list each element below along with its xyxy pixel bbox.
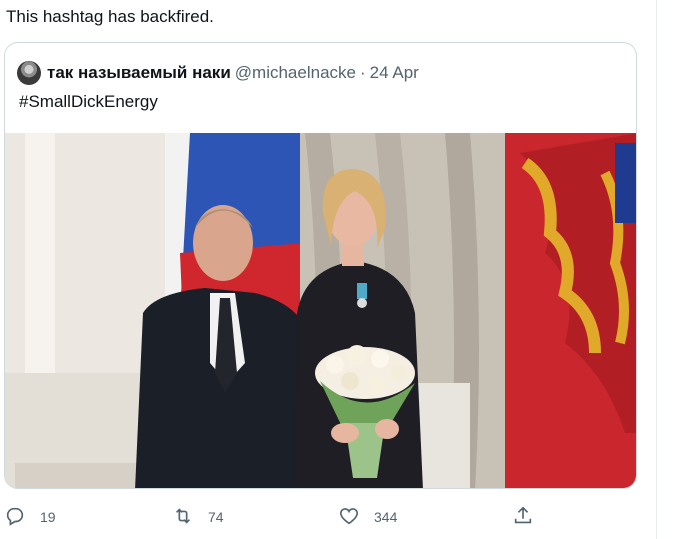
- quoted-tweet-card[interactable]: так называемый наки @michaelnacke · 24 A…: [4, 42, 637, 489]
- reply-button[interactable]: 19: [4, 500, 56, 534]
- separator-dot: ·: [359, 63, 366, 82]
- like-button[interactable]: 344: [338, 500, 397, 534]
- heart-icon: [338, 505, 360, 530]
- quoted-tweet-header: так называемый наки @michaelnacke · 24 A…: [17, 61, 419, 85]
- quoted-author-name[interactable]: так называемый наки: [47, 63, 231, 83]
- retweet-count: 74: [208, 509, 224, 525]
- tweet-text: This hashtag has backfired.: [6, 7, 214, 26]
- quoted-tweet-text[interactable]: #SmallDickEnergy: [19, 92, 158, 112]
- like-count: 344: [374, 509, 398, 525]
- quoted-author-handle[interactable]: @michaelnacke: [235, 63, 356, 83]
- reply-icon: [4, 505, 26, 530]
- avatar[interactable]: [17, 61, 41, 85]
- retweet-button[interactable]: 74: [172, 500, 224, 534]
- reply-count: 19: [40, 509, 56, 525]
- quoted-tweet-date[interactable]: 24 Apr: [370, 63, 419, 83]
- retweet-icon: [172, 505, 194, 530]
- quoted-tweet-photo[interactable]: [5, 133, 636, 488]
- timeline-divider: [656, 0, 657, 539]
- share-button[interactable]: [512, 500, 534, 534]
- tweet-actions: 19 74 344: [0, 500, 656, 534]
- share-icon: [512, 505, 534, 530]
